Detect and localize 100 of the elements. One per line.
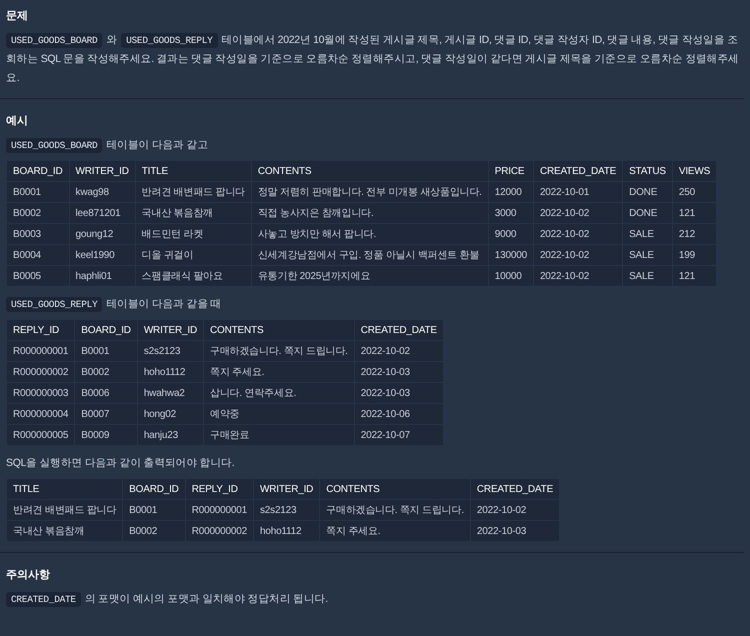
table-cell: 2022-10-03 bbox=[470, 520, 560, 542]
column-header: WRITER_ID bbox=[253, 478, 320, 500]
table-cell: 2022-10-02 bbox=[470, 500, 560, 520]
column-header: STATUS bbox=[622, 160, 672, 182]
table-cell: hoho1112 bbox=[137, 362, 204, 382]
table-cell: keel1990 bbox=[69, 244, 136, 266]
section-heading: 예시 bbox=[6, 114, 29, 128]
table-cell: 2022-10-06 bbox=[354, 404, 444, 424]
table-cell: 12000 bbox=[488, 182, 534, 202]
table-cell: 디올 귀걸이 bbox=[135, 244, 252, 266]
table-cell: 구매하겠습니다. 쪽지 드립니다. bbox=[204, 340, 354, 362]
table-cell: 199 bbox=[672, 244, 717, 266]
table-cell: 쪽지 주세요. bbox=[320, 520, 470, 542]
table-cell: B0001 bbox=[6, 182, 70, 202]
column-header: REPLY_ID bbox=[6, 320, 75, 340]
column-header: CREATED_DATE bbox=[470, 478, 560, 500]
table-cell: s2s2123 bbox=[137, 340, 204, 362]
table-cell: R000000004 bbox=[6, 404, 75, 424]
table-cell: 구매완료 bbox=[204, 424, 354, 446]
table-cell: R000000003 bbox=[6, 382, 75, 404]
table-cell: hong02 bbox=[137, 404, 204, 424]
column-header: BOARD_ID bbox=[74, 320, 138, 340]
paragraph-text: CREATED_DATE 의 포맷이 예시의 포맷과 일치해야 정답처리 됩니다. bbox=[6, 590, 744, 609]
column-header: TITLE bbox=[6, 478, 123, 500]
table-cell: lee871201 bbox=[69, 202, 136, 224]
table-cell: 2022-10-01 bbox=[533, 182, 623, 202]
table-cell: kwag98 bbox=[69, 182, 136, 202]
table-cell: 국내산 볶음참깨 bbox=[135, 202, 252, 224]
column-header: CREATED_DATE bbox=[354, 320, 444, 340]
table-cell: R000000002 bbox=[185, 520, 254, 542]
column-header: BOARD_ID bbox=[6, 160, 70, 182]
table-cell: 스팸클래식 팔아요 bbox=[135, 266, 252, 286]
table-cell: hoho1112 bbox=[253, 520, 320, 542]
table-cell: 2022-10-02 bbox=[533, 266, 623, 286]
table-cell: 9000 bbox=[488, 224, 534, 244]
table-cell: 2022-10-07 bbox=[354, 424, 444, 446]
table-cell: 10000 bbox=[488, 266, 534, 286]
table-cell: B0009 bbox=[74, 424, 138, 446]
table-cell: 121 bbox=[672, 266, 717, 286]
table-cell: 쪽지 주세요. bbox=[204, 362, 354, 382]
column-header: CONTENTS bbox=[251, 160, 488, 182]
column-header: CONTENTS bbox=[320, 478, 470, 500]
table-cell: 3000 bbox=[488, 202, 534, 224]
table-cell: hwahwa2 bbox=[137, 382, 204, 404]
column-header: WRITER_ID bbox=[137, 320, 204, 340]
table-cell: B0006 bbox=[74, 382, 138, 404]
table-cell: B0005 bbox=[6, 266, 70, 286]
table-cell: hanju23 bbox=[137, 424, 204, 446]
table-cell: DONE bbox=[622, 182, 672, 202]
table-cell: R000000005 bbox=[6, 424, 75, 446]
table-cell: 구매하겠습니다. 쪽지 드립니다. bbox=[320, 500, 470, 520]
column-header: WRITER_ID bbox=[69, 160, 136, 182]
paragraph-text: USED_GOODS_BOARD 테이블이 다음과 같고 bbox=[6, 136, 744, 155]
table-cell: 직접 농사지은 참깨입니다. bbox=[251, 202, 488, 224]
table-cell: 예약중 bbox=[204, 404, 354, 424]
table-cell: 반려견 배변패드 팝니다 bbox=[6, 500, 123, 520]
table-cell: 2022-10-03 bbox=[354, 382, 444, 404]
table-cell: R000000001 bbox=[185, 500, 254, 520]
table-cell: B0002 bbox=[74, 362, 138, 382]
table-cell: SALE bbox=[622, 266, 672, 286]
column-header: REPLY_ID bbox=[185, 478, 254, 500]
table-cell: 2022-10-02 bbox=[354, 340, 444, 362]
table-cell: 2022-10-03 bbox=[354, 362, 444, 382]
table-cell: 사놓고 방치만 해서 팝니다. bbox=[251, 224, 488, 244]
table-cell: 유통기한 2025년까지에요 bbox=[251, 266, 488, 286]
column-header: TITLE bbox=[135, 160, 252, 182]
table-cell: 121 bbox=[672, 202, 717, 224]
column-header: PRICE bbox=[488, 160, 534, 182]
table-cell: R000000001 bbox=[6, 340, 75, 362]
table-cell: 212 bbox=[672, 224, 717, 244]
section-heading: 주의사항 bbox=[6, 568, 51, 582]
table-cell: 반려견 배변패드 팝니다 bbox=[135, 182, 252, 202]
table-cell: 130000 bbox=[488, 244, 534, 266]
table-cell: B0002 bbox=[122, 520, 186, 542]
paragraph-text: USED_GOODS_BOARD 와 USED_GOODS_REPLY 테이블에서 2022년 10월에 작성된 게시글 제목, 게시글 ID, 댓글 ID, 댓글 작성자 ID, 댓글 내용, 댓글 작성일을 조회하는 SQL 문을 작성해주세요. 결과는 댓글 작성일을 기준으로 오름차순 정렬해주시고, 댓글 작성일이 같다면 게시글 제목을 기준으로 오름차순 정렬해주세요. bbox=[6, 32, 740, 86]
table-cell: 배드민턴 라켓 bbox=[135, 224, 252, 244]
table-cell: haphli01 bbox=[69, 266, 136, 286]
table-cell: B0001 bbox=[74, 340, 138, 362]
column-header: BOARD_ID bbox=[122, 478, 186, 500]
table-cell: 2022-10-02 bbox=[533, 224, 623, 244]
table-cell: B0002 bbox=[6, 202, 70, 224]
section-heading: 문제 bbox=[6, 9, 29, 23]
paragraph-text: USED_GOODS_REPLY 테이블이 다음과 같을 때 bbox=[6, 295, 744, 314]
column-header: CREATED_DATE bbox=[533, 160, 623, 182]
table-cell: goung12 bbox=[69, 224, 136, 244]
table-cell: DONE bbox=[622, 202, 672, 224]
table-cell: R000000002 bbox=[6, 362, 75, 382]
paragraph-text: SQL을 실행하면 다음과 같이 출력되어야 합니다. bbox=[6, 456, 236, 471]
table-cell: B0004 bbox=[6, 244, 70, 266]
table-cell: 250 bbox=[672, 182, 717, 202]
table-cell: B0003 bbox=[6, 224, 70, 244]
table-cell: SALE bbox=[622, 244, 672, 266]
table-cell: 2022-10-02 bbox=[533, 244, 623, 266]
table-cell: 신세계강남점에서 구입. 정품 아닐시 백퍼센트 환불 bbox=[251, 244, 488, 266]
table-cell: SALE bbox=[622, 224, 672, 244]
column-header: CONTENTS bbox=[204, 320, 354, 340]
table-cell: 2022-10-02 bbox=[533, 202, 623, 224]
table-cell: 삽니다. 연락주세요. bbox=[204, 382, 354, 404]
table-cell: B0007 bbox=[74, 404, 138, 424]
table-cell: B0001 bbox=[122, 500, 186, 520]
